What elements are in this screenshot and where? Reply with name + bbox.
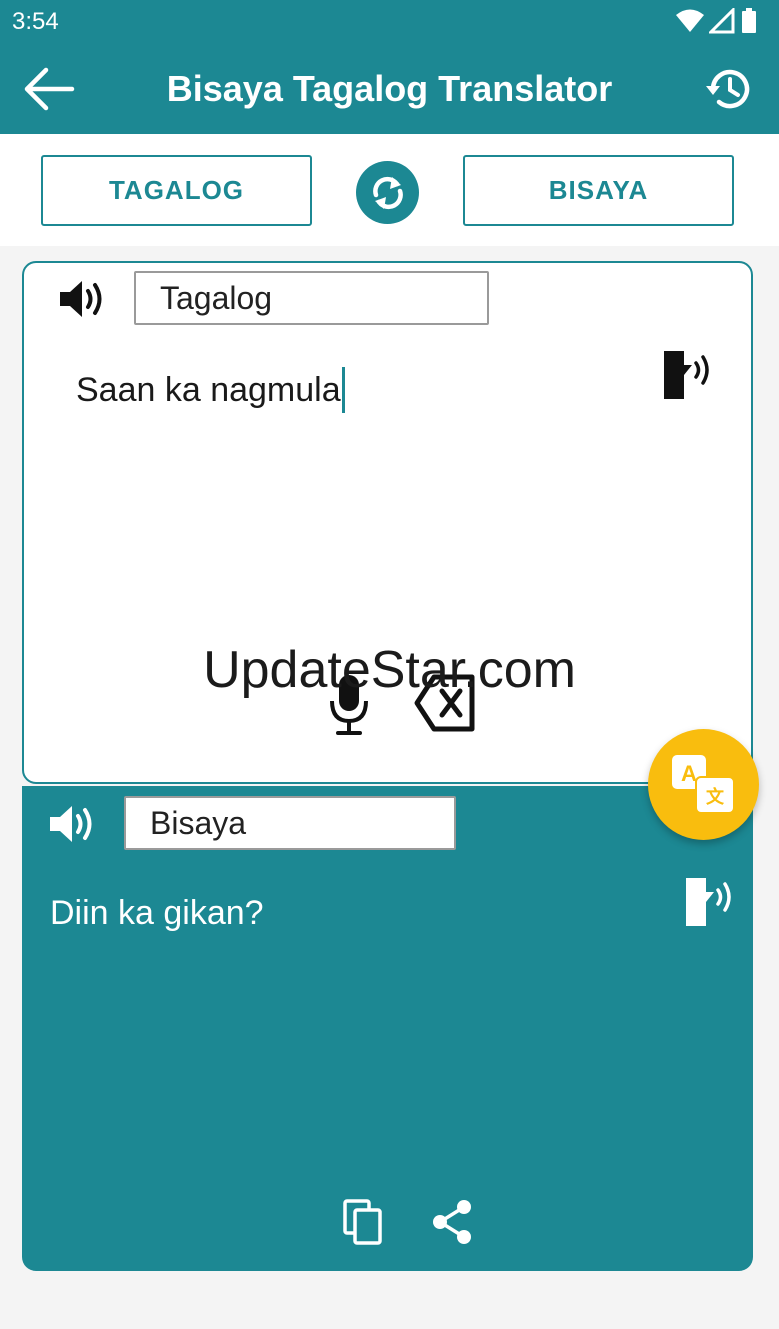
translated-text: Diin ka gikan? — [50, 894, 264, 932]
signal-icon — [709, 8, 735, 34]
target-speak-button[interactable] — [48, 804, 98, 844]
app-bar: Bisaya Tagalog Translator — [0, 44, 779, 134]
text-cursor — [341, 367, 345, 413]
status-icons — [675, 8, 765, 34]
source-tts-button[interactable] — [662, 349, 714, 401]
app-title: Bisaya Tagalog Translator — [166, 68, 613, 109]
copy-button[interactable] — [342, 1198, 384, 1246]
source-text-input[interactable]: Saan ka nagmula — [76, 367, 345, 413]
history-icon — [706, 69, 750, 109]
source-text: Saan ka nagmula — [76, 370, 341, 409]
status-bar: 3:54 — [0, 0, 779, 44]
speaker-icon — [60, 281, 102, 317]
target-language-button[interactable]: BISAYA — [463, 155, 734, 226]
copy-icon — [343, 1199, 382, 1245]
swap-icon — [372, 176, 403, 209]
source-language-button[interactable]: TAGALOG — [41, 155, 312, 226]
target-panel: Bisaya Diin ka gikan? — [22, 786, 753, 1271]
language-selector: TAGALOG BISAYA — [0, 134, 779, 246]
source-panel: Tagalog Saan ka nagmula — [22, 261, 753, 784]
battery-icon — [742, 8, 756, 33]
text-to-speech-icon — [686, 878, 731, 926]
history-button[interactable] — [703, 64, 755, 114]
target-tts-button[interactable] — [684, 876, 736, 928]
wifi-icon — [676, 9, 704, 32]
svg-text:A: A — [681, 761, 697, 786]
target-language-label: Bisaya — [124, 796, 456, 850]
share-icon — [433, 1200, 471, 1244]
source-speak-button[interactable] — [58, 279, 108, 319]
source-language-label: Tagalog — [134, 271, 489, 325]
share-button[interactable] — [430, 1198, 474, 1246]
status-time: 3:54 — [12, 8, 59, 35]
svg-text:文: 文 — [706, 786, 725, 808]
watermark: UpdateStar.com — [203, 641, 576, 699]
swap-languages-button[interactable] — [356, 161, 419, 224]
translate-icon: A 文 — [671, 754, 735, 814]
text-to-speech-icon — [664, 351, 709, 399]
translate-button[interactable]: A 文 — [648, 729, 759, 840]
speaker-icon — [50, 806, 92, 842]
